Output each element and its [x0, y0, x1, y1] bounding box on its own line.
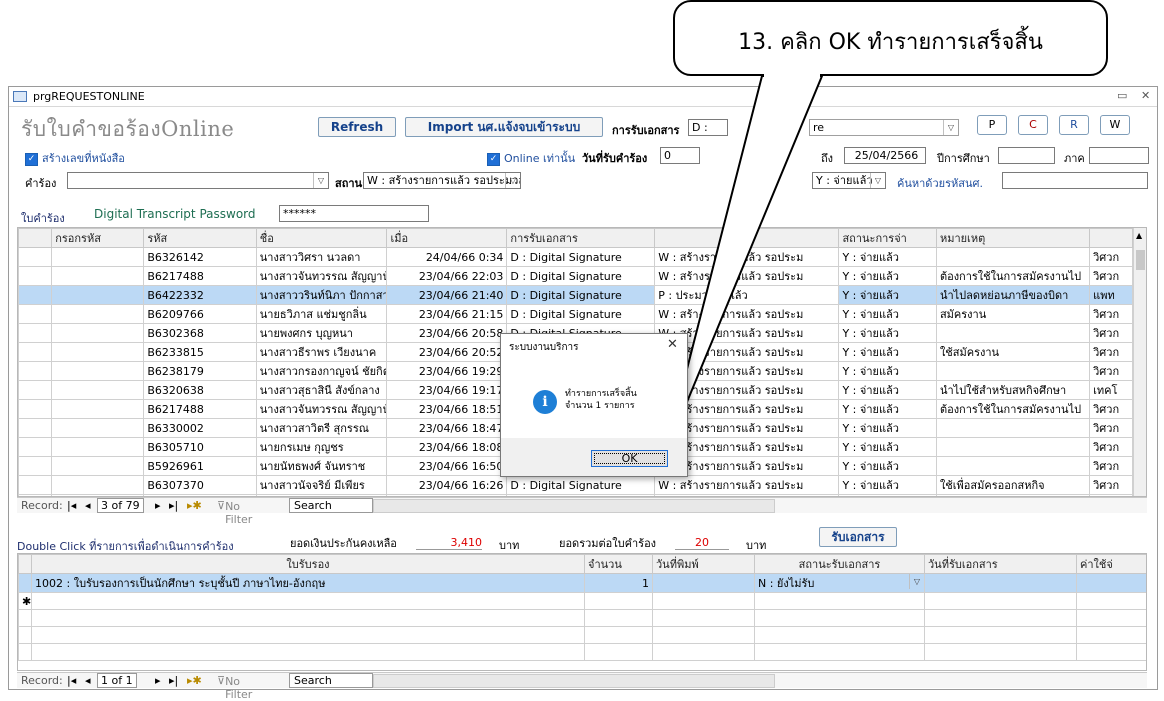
dialog-message: ทำรายการเสร็จสิ้น จำนวน 1 รายการ	[565, 388, 637, 412]
dialog-close-icon[interactable]: ✕	[667, 337, 678, 352]
ok-button[interactable]: OK	[591, 450, 668, 467]
info-icon: i	[533, 390, 557, 414]
dialog-message-line2: จำนวน 1 รายการ	[565, 401, 635, 411]
dialog-message-line1: ทำรายการเสร็จสิ้น	[565, 389, 637, 399]
message-dialog: ระบบงานบริการ ✕ i ทำรายการเสร็จสิ้น จำนว…	[500, 333, 688, 477]
dialog-title: ระบบงานบริการ	[509, 342, 579, 353]
